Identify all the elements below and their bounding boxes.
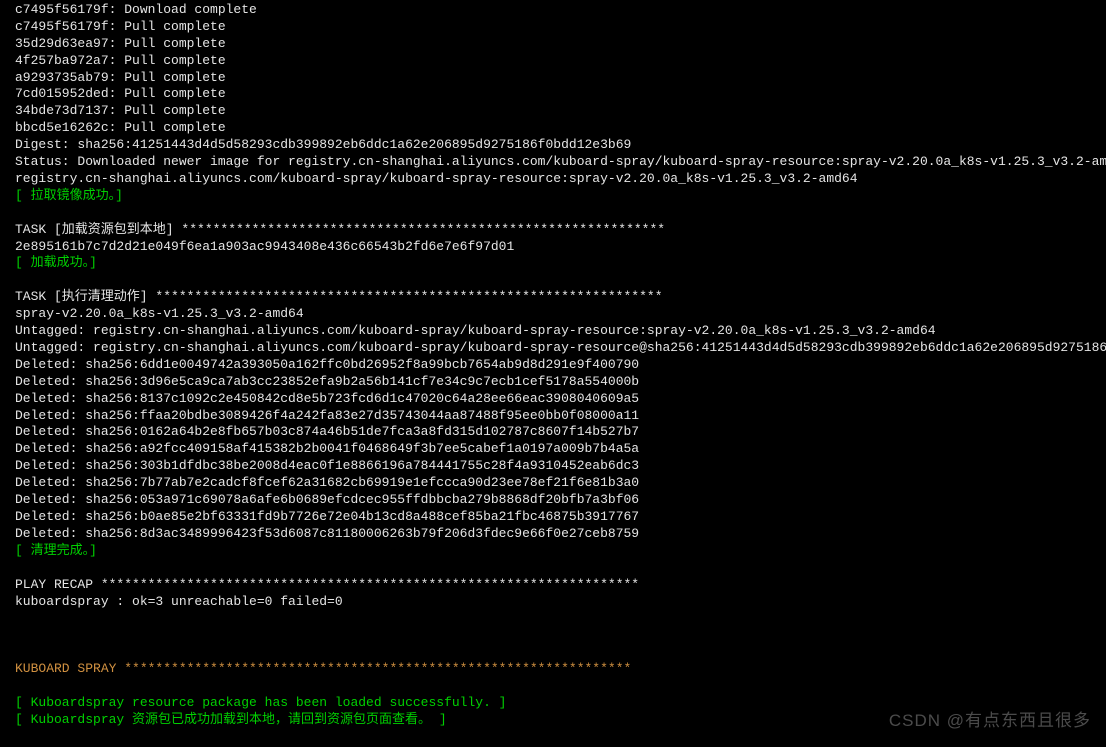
terminal-line: Deleted: sha256:303b1dfdbc38be2008d4eac0… xyxy=(15,458,1091,475)
terminal-line: [ 清理完成。] xyxy=(15,543,1091,560)
terminal-line: a9293735ab79: Pull complete xyxy=(15,70,1091,87)
terminal-output: c7495f56179f: Download completec7495f561… xyxy=(15,2,1091,729)
terminal-line xyxy=(15,610,1091,627)
terminal-line: Deleted: sha256:3d96e5ca9ca7ab3cc23852ef… xyxy=(15,374,1091,391)
terminal-line: Deleted: sha256:8137c1092c2e450842cd8e5b… xyxy=(15,391,1091,408)
terminal-line xyxy=(15,678,1091,695)
terminal-line: 2e895161b7c7d2d21e049f6ea1a903ac9943408e… xyxy=(15,239,1091,256)
terminal-line: 34bde73d7137: Pull complete xyxy=(15,103,1091,120)
terminal-line: registry.cn-shanghai.aliyuncs.com/kuboar… xyxy=(15,171,1091,188)
terminal-line: Deleted: sha256:6dd1e0049742a393050a162f… xyxy=(15,357,1091,374)
terminal-line: Deleted: sha256:0162a64b2e8fb657b03c874a… xyxy=(15,424,1091,441)
terminal-line: Untagged: registry.cn-shanghai.aliyuncs.… xyxy=(15,323,1091,340)
terminal-line xyxy=(15,272,1091,289)
terminal-line xyxy=(15,644,1091,661)
terminal-line: Deleted: sha256:ffaa20bdbe3089426f4a242f… xyxy=(15,408,1091,425)
terminal-line: Deleted: sha256:a92fcc409158af415382b2b0… xyxy=(15,441,1091,458)
terminal-line: PLAY RECAP *****************************… xyxy=(15,577,1091,594)
terminal-line: Deleted: sha256:7b77ab7e2cadcf8fcef62a31… xyxy=(15,475,1091,492)
terminal-line: KUBOARD SPRAY **************************… xyxy=(15,661,1091,678)
terminal-line: 4f257ba972a7: Pull complete xyxy=(15,53,1091,70)
terminal-line: spray-v2.20.0a_k8s-v1.25.3_v3.2-amd64 xyxy=(15,306,1091,323)
terminal-line: Untagged: registry.cn-shanghai.aliyuncs.… xyxy=(15,340,1091,357)
terminal-line xyxy=(15,560,1091,577)
terminal-line xyxy=(15,627,1091,644)
watermark: CSDN @有点东西且很多 xyxy=(889,710,1091,732)
terminal-line: TASK [加载资源包到本地] ************************… xyxy=(15,222,1091,239)
terminal-line: bbcd5e16262c: Pull complete xyxy=(15,120,1091,137)
terminal-line: Deleted: sha256:8d3ac3489996423f53d6087c… xyxy=(15,526,1091,543)
terminal-line: 7cd015952ded: Pull complete xyxy=(15,86,1091,103)
terminal-line: Deleted: sha256:053a971c69078a6afe6b0689… xyxy=(15,492,1091,509)
terminal-line: 35d29d63ea97: Pull complete xyxy=(15,36,1091,53)
terminal-line xyxy=(15,205,1091,222)
terminal-line: c7495f56179f: Download complete xyxy=(15,2,1091,19)
terminal-line: Deleted: sha256:b0ae85e2bf63331fd9b7726e… xyxy=(15,509,1091,526)
terminal-line: Digest: sha256:41251443d4d5d58293cdb3998… xyxy=(15,137,1091,154)
terminal-line: [ 拉取镜像成功。] xyxy=(15,188,1091,205)
terminal-line: c7495f56179f: Pull complete xyxy=(15,19,1091,36)
terminal-line: kuboardspray : ok=3 unreachable=0 failed… xyxy=(15,594,1091,611)
terminal-line: TASK [执行清理动作] **************************… xyxy=(15,289,1091,306)
terminal-line: [ 加载成功。] xyxy=(15,255,1091,272)
terminal-line: Status: Downloaded newer image for regis… xyxy=(15,154,1091,171)
